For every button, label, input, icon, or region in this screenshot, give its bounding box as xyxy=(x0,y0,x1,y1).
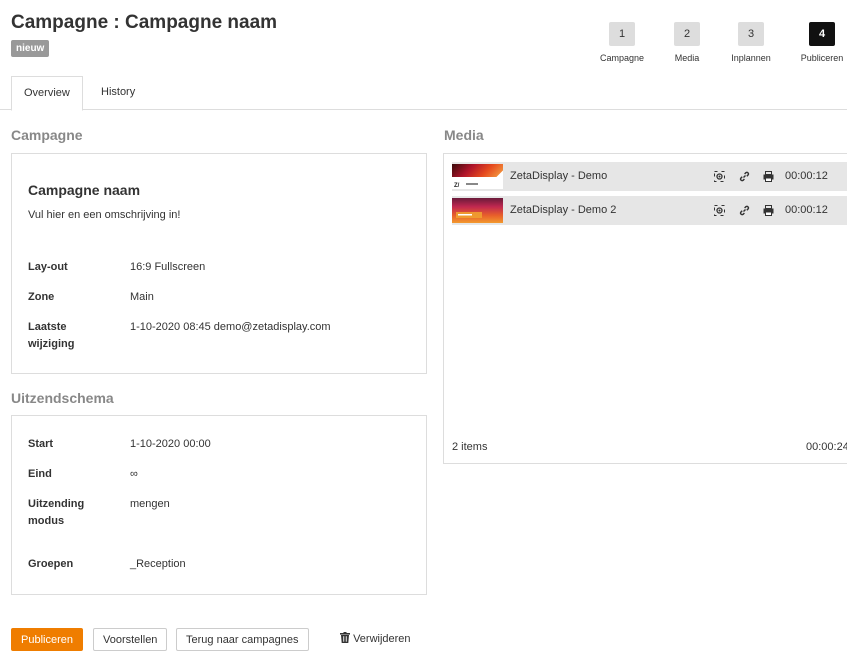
media-row[interactable]: Z/ ZetaDisplay - Demo 00:00:12 xyxy=(452,162,847,191)
tab-history[interactable]: History xyxy=(89,76,147,109)
field-value: 1-10-2020 00:00 xyxy=(130,438,211,450)
campaign-name: Campagne naam xyxy=(28,182,141,198)
field-value: ∞ xyxy=(130,468,138,480)
field-value: 1-10-2020 08:45 demo@zetadisplay.com xyxy=(130,321,331,333)
media-section-title: Media xyxy=(444,127,484,143)
step-publiceren[interactable]: 4 Publiceren xyxy=(787,22,847,63)
propose-button[interactable]: Voorstellen xyxy=(93,628,168,651)
link-icon[interactable] xyxy=(739,162,750,191)
step-number: 4 xyxy=(809,22,835,46)
media-duration: 00:00:12 xyxy=(785,204,828,216)
step-number: 3 xyxy=(738,22,764,46)
tab-overview[interactable]: Overview xyxy=(11,76,83,111)
publish-button[interactable]: Publiceren xyxy=(11,628,83,651)
print-icon[interactable] xyxy=(763,196,774,225)
field-label: Lay-out xyxy=(28,261,68,273)
page-title: Campagne : Campagne naam xyxy=(11,12,278,33)
media-name: ZetaDisplay - Demo xyxy=(510,170,608,182)
field-value: _Reception xyxy=(130,558,186,570)
campaign-panel: Campagne naam Vul hier en een omschrijvi… xyxy=(11,153,427,374)
campaign-description: Vul hier en een omschrijving in! xyxy=(28,209,181,221)
field-label: Uitzending modus xyxy=(28,498,85,527)
schedule-panel: Start 1-10-2020 00:00 Eind ∞ Uitzending … xyxy=(11,415,427,595)
step-label: Inplannen xyxy=(731,53,771,63)
media-item-count: 2 items xyxy=(452,441,488,453)
step-label: Media xyxy=(674,53,700,63)
delete-label: Verwijderen xyxy=(353,633,411,645)
field-value: 16:9 Fullscreen xyxy=(130,261,206,273)
link-icon[interactable] xyxy=(739,196,750,225)
media-row[interactable]: ZetaDisplay - Demo 2 00:00:12 xyxy=(452,196,847,225)
media-panel: Z/ ZetaDisplay - Demo 00:00:12 ZetaDispl… xyxy=(443,153,847,464)
step-label: Publiceren xyxy=(800,53,844,63)
step-media[interactable]: 2 Media xyxy=(652,22,722,63)
media-thumbnail xyxy=(452,198,503,223)
media-name: ZetaDisplay - Demo 2 xyxy=(510,204,617,216)
field-label: Groepen xyxy=(28,558,74,570)
field-value: mengen xyxy=(130,498,170,510)
preview-icon[interactable] xyxy=(714,196,725,225)
tab-bar: Overview History xyxy=(0,76,847,111)
media-total-duration: 00:00:24 xyxy=(806,441,847,453)
field-value: Main xyxy=(130,291,154,303)
field-label: Eind xyxy=(28,468,52,480)
trash-icon xyxy=(340,632,353,645)
preview-icon[interactable] xyxy=(714,162,725,191)
step-label: Campagne xyxy=(599,53,645,63)
step-campagne[interactable]: 1 Campagne xyxy=(587,22,657,63)
media-duration: 00:00:12 xyxy=(785,170,828,182)
field-label: Laatste wijziging xyxy=(28,321,75,350)
media-thumbnail: Z/ xyxy=(452,164,503,189)
step-inplannen[interactable]: 3 Inplannen xyxy=(716,22,786,63)
campaign-section-title: Campagne xyxy=(11,127,83,143)
delete-button[interactable]: Verwijderen xyxy=(331,628,420,651)
back-to-campaigns-button[interactable]: Terug naar campagnes xyxy=(176,628,309,651)
field-label: Zone xyxy=(28,291,55,303)
schedule-section-title: Uitzendschema xyxy=(11,390,114,406)
field-label: Start xyxy=(28,438,54,450)
print-icon[interactable] xyxy=(763,162,774,191)
step-number: 2 xyxy=(674,22,700,46)
svg-text:Z/: Z/ xyxy=(454,183,460,189)
status-badge: nieuw xyxy=(11,40,50,57)
step-number: 1 xyxy=(609,22,635,46)
